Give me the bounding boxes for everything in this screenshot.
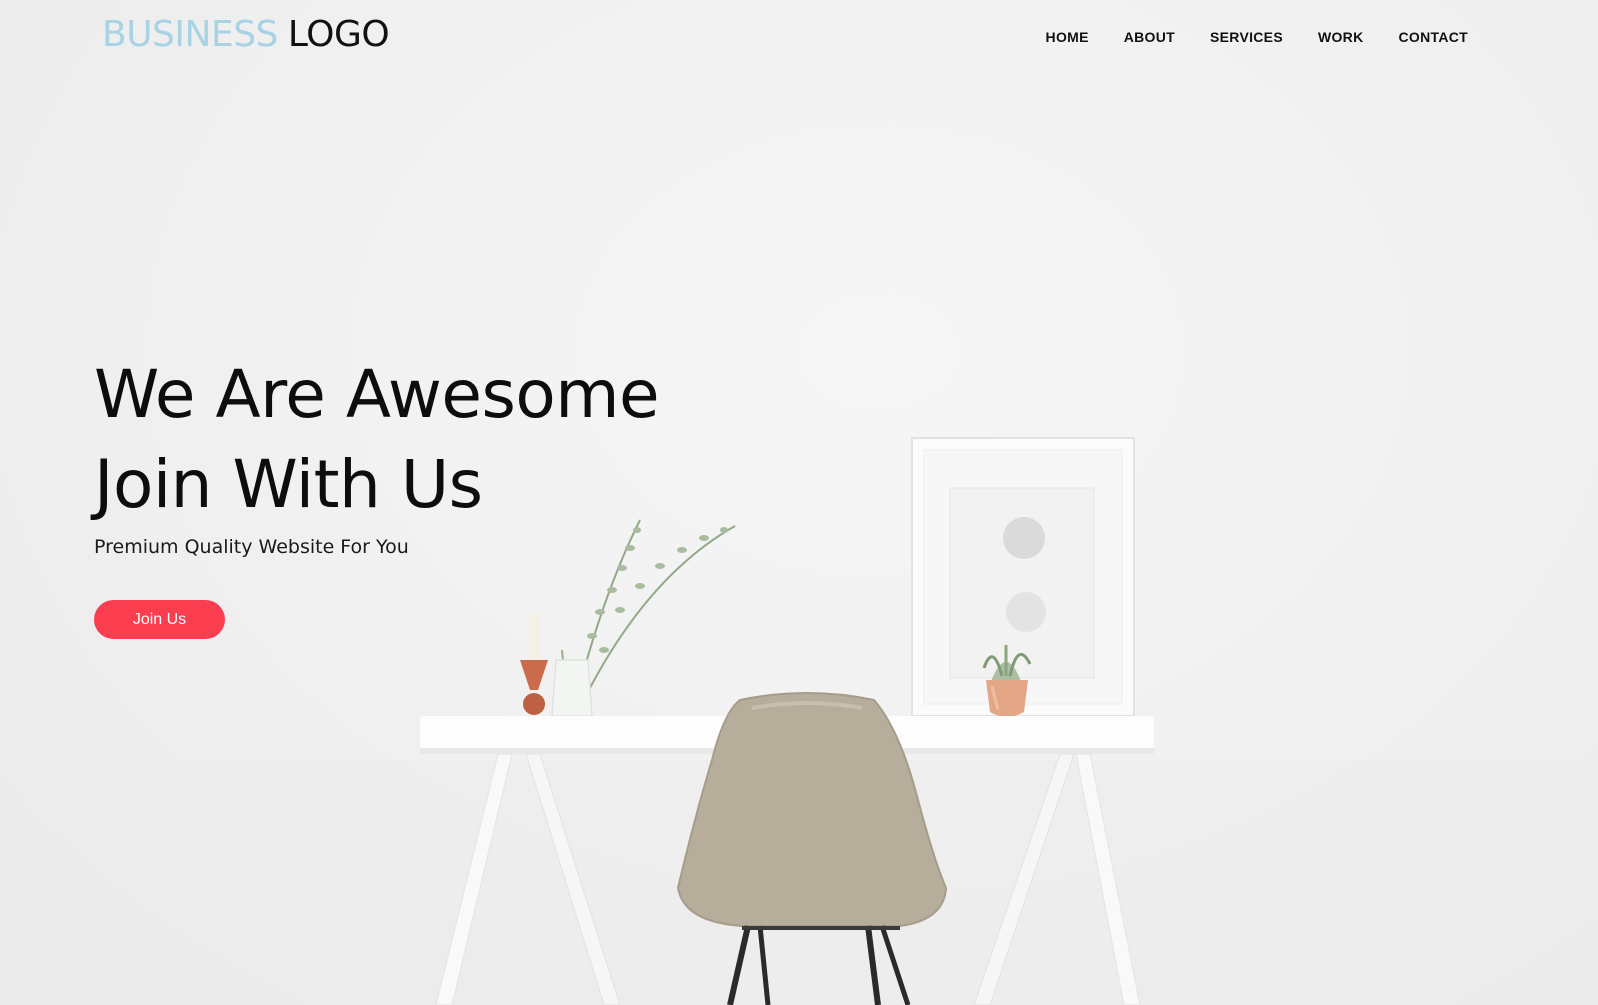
nav-item-home[interactable]: HOME bbox=[1011, 28, 1089, 46]
hero-headline-line2: Join With Us bbox=[94, 446, 483, 523]
logo-secondary-text: LOGO bbox=[287, 14, 390, 55]
join-us-button[interactable]: Join Us bbox=[94, 600, 225, 639]
hero-section: We Are Awesome Join With Us Premium Qual… bbox=[94, 350, 660, 558]
nav-item-about[interactable]: ABOUT bbox=[1089, 28, 1175, 46]
hero-subheadline: Premium Quality Website For You bbox=[94, 536, 409, 558]
business-logo[interactable]: BUSINESS LOGO bbox=[102, 14, 390, 55]
potted-plant bbox=[982, 645, 1032, 717]
site-header: BUSINESS LOGO HOME ABOUT SERVICES WORK CO… bbox=[0, 0, 1598, 80]
nav-item-contact[interactable]: CONTACT bbox=[1364, 28, 1469, 46]
nav-item-services[interactable]: SERVICES bbox=[1175, 28, 1283, 46]
hero-headline-line1: We Are Awesome bbox=[94, 356, 660, 433]
nav-item-work[interactable]: WORK bbox=[1283, 28, 1364, 46]
landing-page: BUSINESS LOGO HOME ABOUT SERVICES WORK CO… bbox=[0, 0, 1598, 1005]
logo-primary-text: BUSINESS bbox=[102, 14, 278, 55]
desk bbox=[420, 716, 1154, 1005]
picture-frame bbox=[911, 437, 1135, 717]
candle-holder bbox=[520, 614, 548, 715]
hero-headline: We Are Awesome Join With Us bbox=[94, 350, 660, 530]
main-nav: HOME ABOUT SERVICES WORK CONTACT bbox=[1011, 28, 1468, 46]
chair bbox=[676, 692, 948, 1005]
